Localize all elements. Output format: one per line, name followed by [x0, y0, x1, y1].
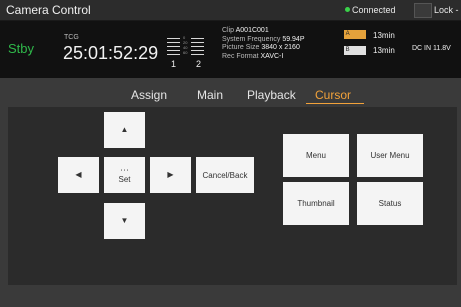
- meter-bar: [191, 46, 204, 47]
- tab-cursor[interactable]: Cursor: [315, 88, 351, 102]
- status-panel: Stby TCG 25:01:52:29 0 20 40 60 1 2 Clip…: [0, 21, 461, 78]
- set-button[interactable]: ⋯ Set: [104, 157, 145, 193]
- media-a-remaining: 13min: [373, 31, 395, 40]
- cursor-panel: ▲ ◀ ⋯ Set ▶ ▼ Cancel/Back Menu User Menu…: [8, 107, 457, 285]
- audio-meter: 0 20 40 60 1 2: [167, 34, 211, 74]
- cancel-back-button[interactable]: Cancel/Back: [196, 157, 254, 193]
- meter-bar: [167, 38, 180, 39]
- timecode-label: TCG: [64, 34, 79, 41]
- crosshair-icon: ⋯: [119, 164, 129, 175]
- title-bar: Camera Control Connected Lock -: [0, 0, 461, 21]
- picture-size-value: 3840 x 2160: [261, 44, 300, 52]
- clip-label: Clip: [222, 27, 235, 34]
- thumbnail-button[interactable]: Thumbnail: [283, 182, 349, 225]
- media-b-remaining: 13min: [373, 46, 395, 55]
- set-label: Set: [118, 174, 131, 184]
- meter-bar: [167, 46, 180, 47]
- media-slot-a-badge: A: [344, 30, 366, 39]
- cursor-left-button[interactable]: ◀: [58, 157, 99, 193]
- lock-toggle[interactable]: [414, 3, 432, 18]
- arrow-down-icon: ▼: [120, 216, 129, 225]
- connection-status: Connected: [345, 5, 396, 15]
- recording-mode: Stby: [8, 41, 35, 56]
- menu-button[interactable]: Menu: [283, 134, 349, 177]
- frequency-label: System Frequency: [222, 35, 281, 43]
- meter-bar: [191, 38, 204, 39]
- rec-format-label: Rec Format: [222, 52, 259, 60]
- arrow-left-icon: ◀: [75, 170, 82, 179]
- power-status: DC IN 11.8V: [412, 45, 451, 52]
- rec-format-value: XAVC-I: [260, 52, 284, 60]
- connected-indicator-icon: [345, 7, 350, 12]
- media-slot-label: B: [345, 47, 350, 53]
- meter-bar: [167, 50, 180, 51]
- cursor-down-button[interactable]: ▼: [104, 203, 145, 239]
- media-slot-b-badge: B: [344, 46, 366, 55]
- meter-bar: [191, 42, 204, 43]
- meter-channel-label: 1: [171, 59, 177, 69]
- meter-channel-label: 2: [196, 59, 202, 69]
- meter-bar: [167, 42, 180, 43]
- clip-name: A001C001: [235, 27, 269, 34]
- connection-label: Connected: [352, 5, 396, 15]
- cursor-up-button[interactable]: ▲: [104, 112, 145, 148]
- status-button[interactable]: Status: [357, 182, 423, 225]
- cursor-right-button[interactable]: ▶: [150, 157, 191, 193]
- tab-bar: Assign Main Playback Cursor: [0, 86, 461, 106]
- meter-bar: [191, 50, 204, 51]
- clip-info: Clip A001C001 System Frequency 59.94P Pi…: [222, 27, 305, 61]
- lock-label: Lock -: [434, 5, 459, 15]
- tab-playback[interactable]: Playback: [247, 88, 296, 102]
- user-menu-button[interactable]: User Menu: [357, 134, 423, 177]
- meter-bar: [167, 54, 180, 55]
- timecode: 25:01:52:29: [63, 43, 159, 63]
- frequency-value: 59.94P: [282, 35, 305, 43]
- meter-bar: [191, 54, 204, 55]
- active-tab-indicator: [306, 103, 364, 104]
- picture-size-label: Picture Size: [222, 44, 260, 52]
- arrow-up-icon: ▲: [120, 125, 129, 134]
- media-slot-label: A: [345, 31, 350, 37]
- set-content: ⋯ Set: [118, 164, 131, 185]
- meter-scale: 60: [183, 50, 188, 55]
- tab-assign[interactable]: Assign: [131, 88, 167, 102]
- tab-main[interactable]: Main: [197, 88, 223, 102]
- app-title: Camera Control: [6, 3, 91, 17]
- arrow-right-icon: ▶: [167, 170, 174, 179]
